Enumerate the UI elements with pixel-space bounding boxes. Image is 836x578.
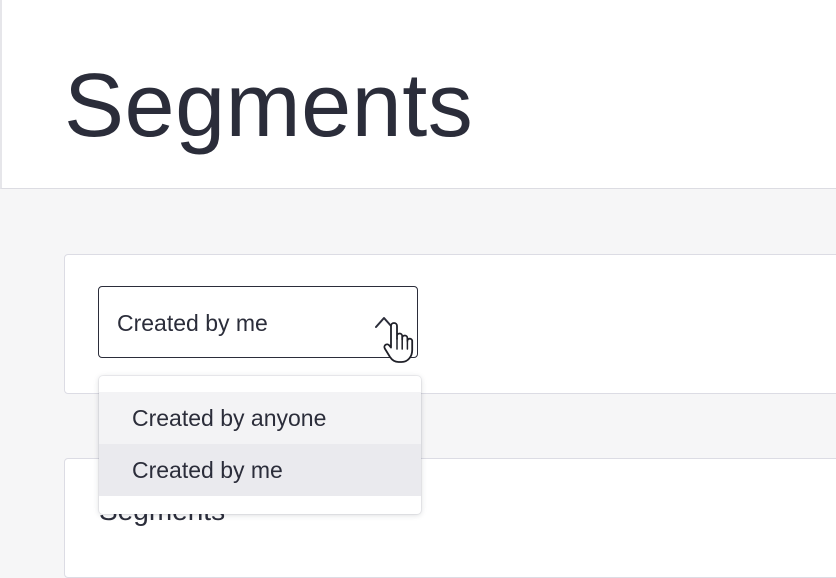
chevron-up-icon <box>375 317 393 328</box>
created-by-dropdown-menu: Created by anyone Created by me <box>99 376 421 514</box>
page-header: Segments <box>0 0 836 189</box>
option-created-by-me[interactable]: Created by me <box>99 444 421 496</box>
page-title: Segments <box>64 56 474 156</box>
select-value: Created by me <box>117 310 268 336</box>
option-created-by-anyone[interactable]: Created by anyone <box>99 392 421 444</box>
created-by-filter-select[interactable]: Created by me <box>98 286 418 358</box>
